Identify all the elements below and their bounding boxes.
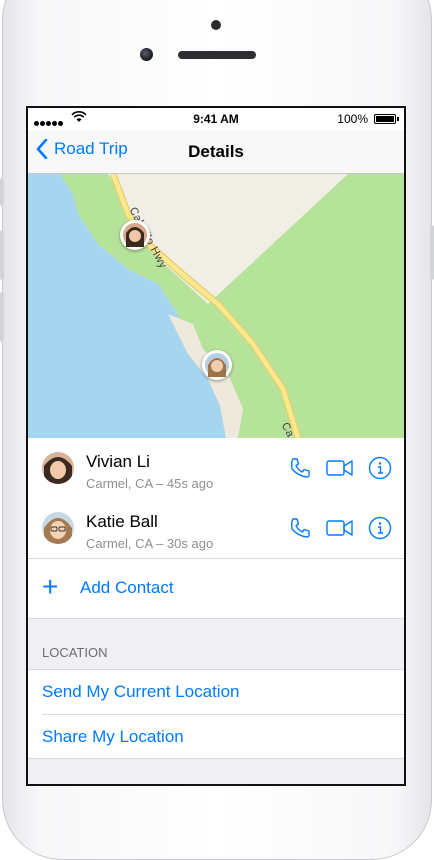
info-icon[interactable] — [368, 456, 392, 485]
contact-name: Vivian Li — [86, 452, 150, 471]
navigation-bar: Road Trip Details — [28, 130, 404, 174]
phone-icon[interactable] — [288, 456, 312, 485]
add-contact-label: Add Contact — [80, 578, 174, 597]
volume-up-button — [0, 230, 4, 280]
screen: 9:41 AM 100% Road Trip Details Hwy Ca Vi… — [26, 106, 406, 786]
section-footer — [28, 758, 404, 784]
contact-location-time: Carmel, CA – 30s ago — [86, 536, 214, 551]
video-camera-icon[interactable] — [326, 458, 354, 483]
power-button — [430, 225, 434, 280]
battery-icon — [374, 114, 399, 124]
location-section-header: LOCATION — [28, 618, 404, 670]
vivian-avatar-pin — [123, 223, 147, 247]
contact-actions — [274, 516, 392, 545]
share-location-button[interactable]: Share My Location — [28, 715, 404, 759]
map-tiles — [28, 174, 404, 438]
contact-row[interactable]: Vivian Li Carmel, CA – 45s ago — [28, 438, 404, 498]
contact-actions — [274, 456, 392, 485]
map-pin-vivian[interactable] — [120, 220, 150, 250]
page-title: Details — [188, 142, 244, 161]
send-current-location-button[interactable]: Send My Current Location — [28, 670, 404, 714]
volume-down-button — [0, 292, 4, 342]
send-current-location-label: Send My Current Location — [42, 682, 240, 701]
status-bar: 9:41 AM 100% — [28, 108, 404, 130]
avatar — [42, 512, 74, 544]
earpiece-speaker — [178, 51, 256, 59]
plus-icon: + — [42, 571, 59, 602]
info-icon[interactable] — [368, 516, 392, 545]
mute-switch — [0, 178, 4, 206]
front-camera — [140, 48, 153, 61]
battery-percentage: 100% — [337, 112, 368, 126]
avatar — [42, 452, 74, 484]
share-location-label: Share My Location — [42, 727, 184, 746]
katie-avatar-pin — [205, 353, 229, 377]
screen-content: 9:41 AM 100% Road Trip Details Hwy Ca Vi… — [28, 108, 404, 784]
video-camera-icon[interactable] — [326, 518, 354, 543]
contact-row[interactable]: Katie Ball Carmel, CA – 30s ago — [28, 498, 404, 558]
phone-icon[interactable] — [288, 516, 312, 545]
proximity-sensor — [211, 20, 221, 30]
map-pin-katie[interactable] — [202, 350, 232, 380]
section-header-label: LOCATION — [42, 645, 108, 660]
map-view[interactable]: Cabrillo Hwy Ca — [28, 174, 404, 438]
contact-name: Katie Ball — [86, 512, 158, 531]
contact-location-time: Carmel, CA – 45s ago — [86, 476, 214, 491]
iphone-device: 9:41 AM 100% Road Trip Details Hwy Ca Vi… — [0, 0, 434, 860]
add-contact-button[interactable]: + Add Contact — [28, 558, 404, 618]
